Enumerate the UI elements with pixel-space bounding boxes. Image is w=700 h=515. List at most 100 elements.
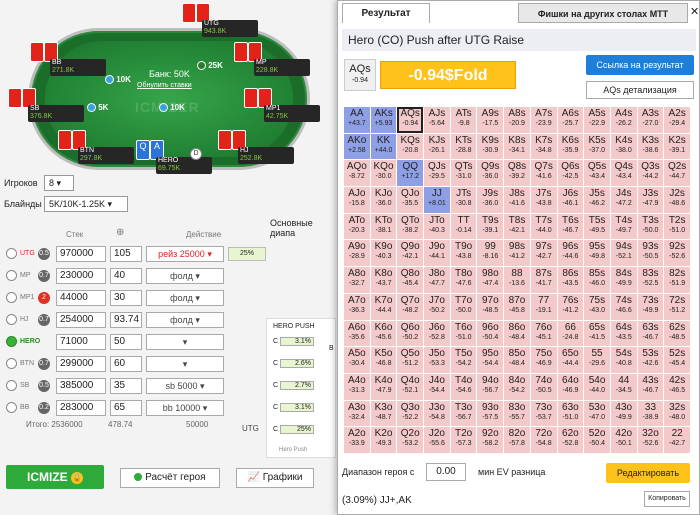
hand-cell[interactable]: 62o -52.8 — [557, 427, 584, 453]
hand-cell[interactable]: 92s -52.6 — [664, 240, 690, 267]
row-hj[interactable]: HJ 0.7 254000 93.74 фолд ▾ — [6, 312, 276, 329]
hand-cell[interactable]: 83o -55.7 — [504, 400, 530, 427]
hand-cell[interactable]: 97s -42.7 — [530, 240, 557, 267]
hand-cell[interactable]: ATo -20.3 — [344, 213, 370, 240]
mini-range-row[interactable]: C 2.7% — [273, 381, 315, 390]
hand-cell[interactable]: A6o -35.6 — [344, 320, 370, 347]
radio-sb[interactable] — [6, 380, 17, 391]
crosshair-icon[interactable]: ⊕ — [116, 227, 124, 238]
stack-input[interactable]: 299000 — [56, 356, 106, 372]
hand-cell[interactable]: T6s -46.7 — [557, 213, 584, 240]
action-select[interactable]: фолд ▾ — [146, 268, 224, 284]
hand-cell[interactable]: K7o -44.4 — [370, 293, 397, 320]
hand-cell[interactable]: J6o -52.8 — [424, 320, 450, 347]
hand-cell[interactable]: Q5o -51.2 — [397, 347, 424, 373]
action-select[interactable]: рейз 25000 ▾ — [146, 246, 224, 262]
hand-cell[interactable]: 85o -48.4 — [504, 347, 530, 373]
hand-cell[interactable]: AQo -8.72 — [344, 160, 370, 187]
hand-cell[interactable]: AKs +5.93 — [370, 107, 397, 133]
hand-cell[interactable]: 52s -45.4 — [664, 347, 690, 373]
hand-cell[interactable]: AJo -15.8 — [344, 187, 370, 213]
hand-cell[interactable]: Q8o -45.4 — [397, 267, 424, 293]
hand-cell[interactable]: J5s -46.2 — [584, 187, 610, 213]
action-select[interactable]: фолд ▾ — [146, 312, 224, 328]
hand-cell[interactable]: 94s -52.1 — [610, 240, 637, 267]
hand-cell[interactable]: 64s -43.5 — [610, 320, 637, 347]
hand-cell[interactable]: A3s -27.0 — [637, 107, 664, 133]
hand-cell[interactable]: KQs -20.8 — [397, 133, 424, 160]
hand-cell[interactable]: K9o -40.3 — [370, 240, 397, 267]
hand-cell[interactable]: T4s -49.7 — [610, 213, 637, 240]
row-mp1[interactable]: MP1 2 44000 30 фолд ▾ — [6, 290, 276, 307]
action-select[interactable]: sb 5000 ▾ — [146, 378, 224, 394]
hand-cell[interactable]: 54o -44.0 — [584, 373, 610, 400]
row-sb[interactable]: SB 0.5 385000 35 sb 5000 ▾ — [6, 378, 276, 395]
hand-cell[interactable]: 63o -51.0 — [557, 400, 584, 427]
hand-cell[interactable]: Q5s -43.4 — [584, 160, 610, 187]
hand-cell[interactable]: Q7s -41.6 — [530, 160, 557, 187]
hand-cell[interactable]: Q9s -36.0 — [477, 160, 504, 187]
hand-cell[interactable]: 87s -41.7 — [530, 267, 557, 293]
hand-cell[interactable]: AJs -5.64 — [424, 107, 450, 133]
hand-cell[interactable]: J9o -44.1 — [424, 240, 450, 267]
hand-cell[interactable]: T4o -54.6 — [450, 373, 477, 400]
hand-cell[interactable]: A8s -20.9 — [504, 107, 530, 133]
hand-cell[interactable]: 85s -46.0 — [584, 267, 610, 293]
seat-sb[interactable]: SB 376.8K — [8, 88, 86, 122]
hand-cell[interactable]: 65s -41.5 — [584, 320, 610, 347]
hand-cell[interactable]: K4o -47.9 — [370, 373, 397, 400]
row-utg[interactable]: UTG 0.5 970000 105 рейз 25000 ▾ 25% — [6, 246, 276, 263]
hand-cell[interactable]: Q6s -42.5 — [557, 160, 584, 187]
hand-cell[interactable]: 86s -43.5 — [557, 267, 584, 293]
hand-cell[interactable]: KJo -36.0 — [370, 187, 397, 213]
stack-input[interactable]: 970000 — [56, 246, 106, 262]
hand-cell[interactable]: 63s -46.7 — [637, 320, 664, 347]
hand-cell[interactable]: J4o -54.4 — [424, 373, 450, 400]
ev-input[interactable]: 0.00 — [426, 463, 466, 481]
hand-cell[interactable]: 96s -44.6 — [557, 240, 584, 267]
hand-cell[interactable]: 42o -50.1 — [610, 427, 637, 453]
hand-cell[interactable]: 95o -54.4 — [477, 347, 504, 373]
hand-cell[interactable]: K2s -39.1 — [664, 133, 690, 160]
result-link-button[interactable]: Ссылка на результат — [586, 55, 694, 75]
hand-cell[interactable]: Q8s -39.2 — [504, 160, 530, 187]
hand-cell[interactable]: Q4o -52.1 — [397, 373, 424, 400]
hand-cell[interactable]: Q3o -52.2 — [397, 400, 424, 427]
hand-cell[interactable]: T5s -49.5 — [584, 213, 610, 240]
copy-button[interactable]: Копировать — [644, 491, 690, 507]
hand-cell[interactable]: 86o -48.4 — [504, 320, 530, 347]
tab-result[interactable]: Результат — [342, 3, 430, 23]
hand-cell[interactable]: J9s -36.0 — [477, 187, 504, 213]
hand-cell[interactable]: 77 -19.1 — [530, 293, 557, 320]
hand-cell[interactable]: QTs -31.0 — [450, 160, 477, 187]
stack-input[interactable]: 44000 — [56, 290, 106, 306]
bb-input[interactable]: 40 — [110, 268, 142, 284]
hand-cell[interactable]: 62s -48.5 — [664, 320, 690, 347]
hand-cell[interactable]: A6s -25.7 — [557, 107, 584, 133]
hand-cell[interactable]: K9s -30.9 — [477, 133, 504, 160]
seat-btn[interactable]: BTN 297.8K — [58, 130, 136, 164]
hand-cell[interactable]: Q2o -53.2 — [397, 427, 424, 453]
hand-cell[interactable]: 72s -51.2 — [664, 293, 690, 320]
mini-range-row[interactable]: C 2.6% — [273, 359, 315, 368]
hand-cell[interactable]: T7o -50.0 — [450, 293, 477, 320]
hand-cell[interactable]: Q2s -44.7 — [664, 160, 690, 187]
hand-cell[interactable]: 93s -50.5 — [637, 240, 664, 267]
bb-input[interactable]: 50 — [110, 334, 142, 350]
hand-cell[interactable]: 73o -53.7 — [530, 400, 557, 427]
icmize-button[interactable]: ICMIZE 🔒 — [6, 465, 104, 489]
hand-cell[interactable]: 98s -41.2 — [504, 240, 530, 267]
hand-cell[interactable]: QJo -35.5 — [397, 187, 424, 213]
seat-bb[interactable]: BB 271.8K — [30, 42, 108, 76]
hand-cell[interactable]: A4o -31.3 — [344, 373, 370, 400]
hand-cell[interactable]: A8o -32.7 — [344, 267, 370, 293]
action-select[interactable]: фолд ▾ — [146, 290, 224, 306]
seat-hj[interactable]: HJ 252.8K — [218, 130, 296, 164]
hand-cell[interactable]: 95s -49.8 — [584, 240, 610, 267]
hand-cell[interactable]: A5o -30.4 — [344, 347, 370, 373]
seat-utg[interactable]: UTG 943.8K — [182, 3, 260, 37]
action-select[interactable]: bb 10000 ▾ — [146, 400, 224, 416]
hand-cell[interactable]: ATs -9.8 — [450, 107, 477, 133]
hand-cell[interactable]: 93o -57.5 — [477, 400, 504, 427]
hand-cell[interactable]: 76o -45.1 — [530, 320, 557, 347]
